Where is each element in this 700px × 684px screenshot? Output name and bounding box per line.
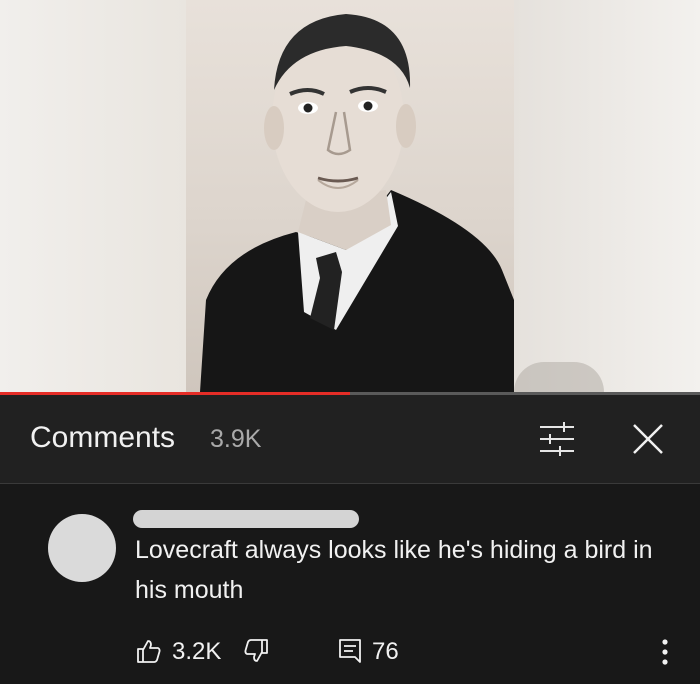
video-player[interactable] — [0, 0, 700, 392]
like-count: 3.2K — [172, 638, 222, 665]
redacted-author-name[interactable] — [133, 510, 359, 528]
blurred-background-left — [0, 0, 186, 392]
thumbs-up-icon[interactable] — [136, 638, 162, 664]
comments-count: 3.9K — [210, 425, 262, 453]
comments-header: Comments 3.9K — [0, 395, 700, 484]
sort-sliders-icon[interactable] — [536, 419, 578, 459]
comment-actions: 3.2K 76 — [0, 634, 700, 674]
comments-title: Comments — [30, 421, 176, 454]
thumbs-down-icon[interactable] — [243, 638, 269, 664]
comment-text: Lovecraft always looks like he's hiding … — [135, 536, 653, 604]
comment-item: Lovecraft always looks like he's hiding … — [0, 484, 700, 684]
more-vert-icon[interactable] — [660, 638, 670, 666]
portrait-image — [200, 14, 514, 392]
close-icon[interactable] — [628, 419, 668, 459]
reply-count: 76 — [372, 638, 399, 665]
avatar[interactable] — [48, 514, 116, 582]
video-frame-portrait — [186, 0, 514, 392]
reply-icon[interactable] — [338, 638, 362, 664]
blurred-background-right — [514, 0, 700, 392]
